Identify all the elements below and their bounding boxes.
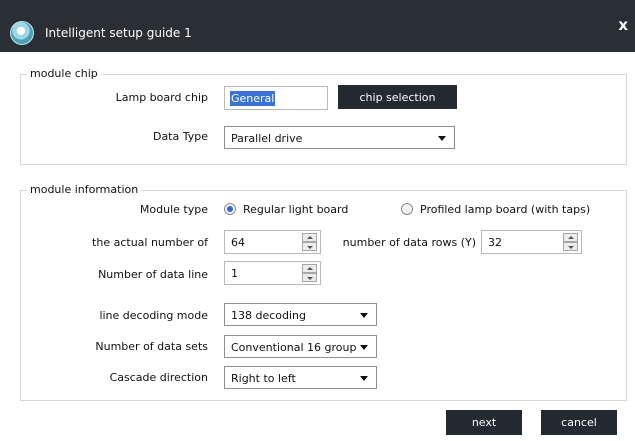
data-line-spinner: [302, 264, 317, 282]
close-icon[interactable]: x: [618, 16, 628, 34]
window-title: Intelligent setup guide 1: [45, 26, 192, 40]
module-information-legend: module information: [27, 183, 142, 196]
title-bar[interactable]: Intelligent setup guide 1 x: [0, 0, 635, 52]
lamp-board-chip-value: General: [230, 91, 276, 106]
chevron-down-icon: [360, 313, 368, 318]
data-rows-value: 32: [488, 236, 502, 249]
line-decoding-select[interactable]: 138 decoding: [224, 303, 377, 326]
spin-down-icon[interactable]: [302, 242, 317, 251]
line-decoding-label: line decoding mode: [99, 309, 208, 322]
cascade-direction-select[interactable]: Right to left: [224, 366, 377, 389]
profiled-lamp-board-radio[interactable]: [401, 203, 413, 215]
data-type-value: Parallel drive: [231, 132, 303, 145]
data-type-select[interactable]: Parallel drive: [224, 126, 455, 149]
data-sets-label: Number of data sets: [95, 340, 208, 353]
lamp-board-chip-label: Lamp board chip: [115, 91, 208, 104]
data-type-label: Data Type: [152, 130, 208, 143]
spin-down-icon[interactable]: [302, 273, 317, 282]
spin-up-icon[interactable]: [302, 264, 317, 273]
module-type-label: Module type: [139, 203, 208, 216]
lamp-board-chip-input[interactable]: General: [224, 86, 328, 110]
spin-down-icon[interactable]: [563, 242, 578, 251]
chevron-down-icon: [360, 345, 368, 350]
data-line-value: 1: [231, 267, 238, 280]
app-logo-icon: [10, 21, 34, 45]
data-sets-select[interactable]: Conventional 16 group: [224, 335, 377, 358]
module-chip-group: module chip Lamp board chip General chip…: [20, 67, 627, 165]
actual-number-spinner: [302, 233, 317, 251]
line-decoding-value: 138 decoding: [231, 309, 307, 322]
chevron-down-icon: [360, 376, 368, 381]
data-sets-value: Conventional 16 group: [231, 341, 357, 354]
cascade-direction-value: Right to left: [231, 372, 296, 385]
profiled-lamp-board-label: Profiled lamp board (with taps): [420, 203, 591, 216]
chevron-down-icon: [438, 136, 446, 141]
data-rows-spinner: [563, 233, 578, 251]
next-button[interactable]: next: [446, 410, 522, 435]
cascade-direction-label: Cascade direction: [109, 371, 208, 384]
module-information-group: module information Module type Regular l…: [20, 183, 627, 401]
actual-number-value: 64: [231, 236, 245, 249]
chip-selection-button[interactable]: chip selection: [338, 85, 457, 109]
spin-up-icon[interactable]: [563, 233, 578, 242]
actual-number-label: the actual number of: [92, 236, 208, 249]
regular-light-board-label: Regular light board: [243, 203, 349, 216]
data-line-label: Number of data line: [98, 268, 208, 281]
actual-number-stepper[interactable]: 64: [224, 230, 321, 254]
spin-up-icon[interactable]: [302, 233, 317, 242]
cancel-button[interactable]: cancel: [541, 410, 617, 435]
data-rows-stepper[interactable]: 32: [481, 230, 582, 254]
setup-guide-window: Intelligent setup guide 1 x module chip …: [0, 0, 635, 441]
module-chip-legend: module chip: [27, 67, 101, 80]
regular-light-board-radio[interactable]: [224, 203, 236, 215]
data-rows-label: number of data rows (Y): [342, 236, 476, 249]
data-line-stepper[interactable]: 1: [224, 261, 321, 285]
